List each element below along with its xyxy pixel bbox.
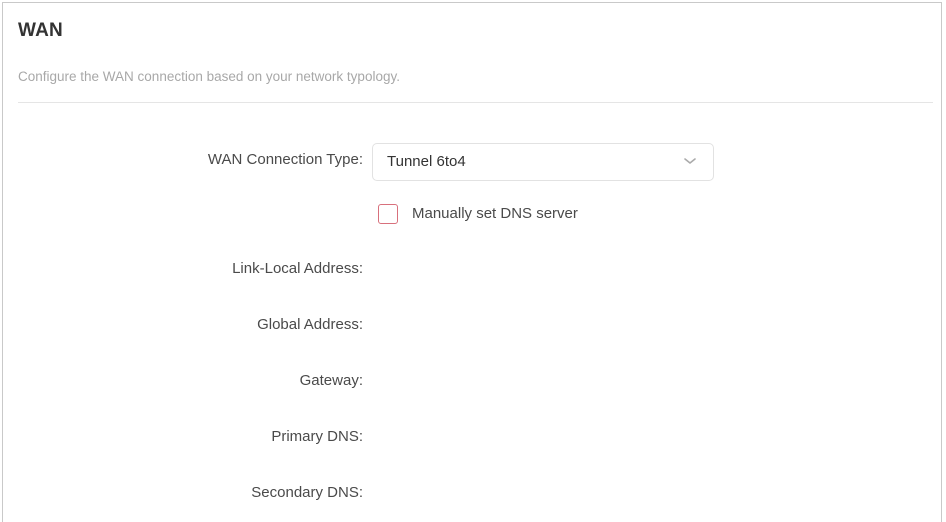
link-local-address-label: Link-Local Address:: [232, 260, 363, 277]
wan-connection-type-label: WAN Connection Type:: [207, 151, 363, 168]
wan-settings-panel: WAN Configure the WAN connection based o…: [2, 2, 942, 522]
chevron-down-icon: [684, 158, 696, 164]
section-title: WAN: [18, 20, 63, 41]
global-address-label: Global Address:: [257, 316, 363, 333]
gateway-label: Gateway:: [299, 372, 363, 389]
section-subtitle: Configure the WAN connection based on yo…: [18, 69, 400, 84]
manual-dns-label: Manually set DNS server: [412, 205, 578, 222]
manual-dns-checkbox[interactable]: [378, 204, 398, 224]
primary-dns-label: Primary DNS:: [271, 428, 363, 445]
wan-connection-type-value: Tunnel 6to4: [387, 153, 466, 170]
wan-connection-type-select[interactable]: Tunnel 6to4: [372, 143, 714, 181]
secondary-dns-label: Secondary DNS:: [251, 484, 363, 501]
section-divider: [18, 102, 933, 103]
